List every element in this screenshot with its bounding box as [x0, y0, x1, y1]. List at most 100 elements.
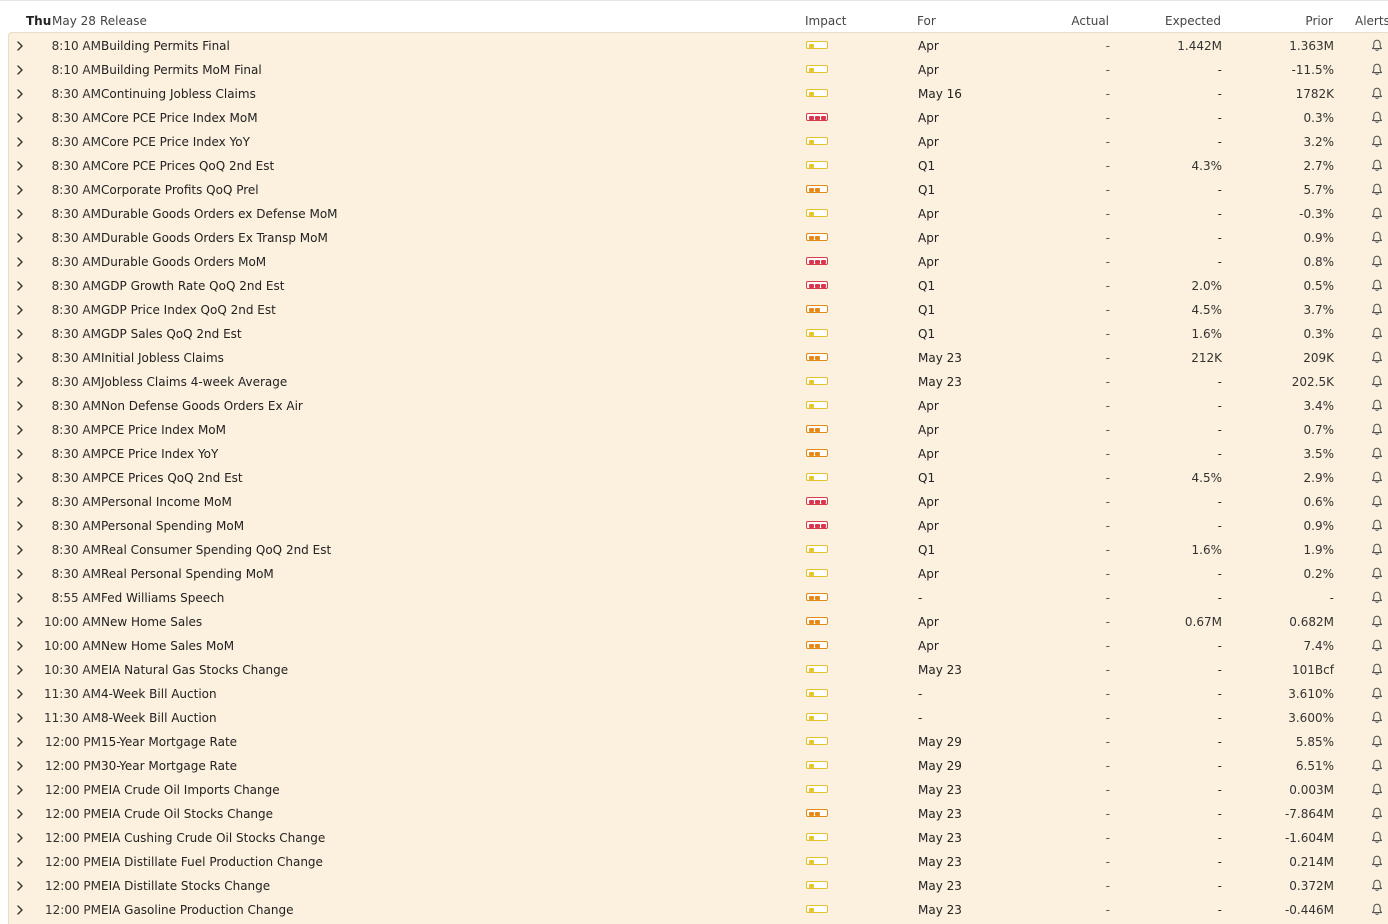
event-name[interactable]: 8-Week Bill Auction [101, 711, 217, 725]
event-name[interactable]: PCE Price Index YoY [101, 447, 218, 461]
bell-icon[interactable] [1371, 687, 1383, 700]
table-row[interactable]: 11:30 AM 8-Week Bill Auction - - - 3.600% [9, 706, 1388, 730]
bell-icon[interactable] [1371, 495, 1383, 508]
event-name[interactable]: Continuing Jobless Claims [101, 87, 256, 101]
chevron-right-icon[interactable] [15, 856, 25, 868]
chevron-right-icon[interactable] [15, 520, 25, 532]
event-name[interactable]: Fed Williams Speech [101, 591, 224, 605]
bell-icon[interactable] [1371, 471, 1383, 484]
chevron-right-icon[interactable] [15, 880, 25, 892]
table-row[interactable]: 8:30 AM Real Consumer Spending QoQ 2nd Es… [9, 538, 1388, 562]
chevron-right-icon[interactable] [15, 424, 25, 436]
bell-icon[interactable] [1371, 159, 1383, 172]
bell-icon[interactable] [1371, 87, 1383, 100]
bell-icon[interactable] [1371, 279, 1383, 292]
event-name[interactable]: EIA Cushing Crude Oil Stocks Change [101, 831, 325, 845]
table-row[interactable]: 8:30 AM PCE Price Index YoY Apr - - 3.5% [9, 442, 1388, 466]
bell-icon[interactable] [1371, 855, 1383, 868]
event-name[interactable]: EIA Crude Oil Imports Change [101, 783, 280, 797]
event-name[interactable]: Core PCE Prices QoQ 2nd Est [101, 159, 274, 173]
event-name[interactable]: Core PCE Price Index MoM [101, 111, 258, 125]
bell-icon[interactable] [1371, 591, 1383, 604]
event-name[interactable]: Durable Goods Orders ex Defense MoM [101, 207, 338, 221]
table-row[interactable]: 8:30 AM Durable Goods Orders ex Defense M… [9, 202, 1388, 226]
table-row[interactable]: 8:30 AM Non Defense Goods Orders Ex Air Ap… [9, 394, 1388, 418]
table-row[interactable]: 8:30 AM GDP Growth Rate QoQ 2nd Est Q1 - 2.0… [9, 274, 1388, 298]
table-row[interactable]: 8:30 AM Personal Income MoM Apr - - 0.6% [9, 490, 1388, 514]
event-name[interactable]: Real Personal Spending MoM [101, 567, 274, 581]
event-name[interactable]: Personal Income MoM [101, 495, 232, 509]
table-row[interactable]: 10:00 AM New Home Sales MoM Apr - - 7.4% [9, 634, 1388, 658]
table-row[interactable]: 8:10 AM Building Permits MoM Final Apr - - -1… [9, 58, 1388, 82]
header-impact[interactable]: Impact [805, 14, 847, 28]
bell-icon[interactable] [1371, 663, 1383, 676]
bell-icon[interactable] [1371, 639, 1383, 652]
bell-icon[interactable] [1371, 63, 1383, 76]
chevron-right-icon[interactable] [15, 376, 25, 388]
bell-icon[interactable] [1371, 903, 1383, 916]
event-name[interactable]: Corporate Profits QoQ Prel [101, 183, 259, 197]
chevron-right-icon[interactable] [15, 688, 25, 700]
table-row[interactable]: 8:30 AM Durable Goods Orders Ex Transp Mo… [9, 226, 1388, 250]
chevron-right-icon[interactable] [15, 280, 25, 292]
table-row[interactable]: 8:55 AM Fed Williams Speech - - - - [9, 586, 1388, 610]
event-name[interactable]: PCE Prices QoQ 2nd Est [101, 471, 243, 485]
bell-icon[interactable] [1371, 735, 1383, 748]
event-name[interactable]: Building Permits Final [101, 39, 230, 53]
chevron-right-icon[interactable] [15, 232, 25, 244]
bell-icon[interactable] [1371, 351, 1383, 364]
event-name[interactable]: Jobless Claims 4-week Average [101, 375, 287, 389]
table-row[interactable]: 12:00 PM EIA Gasoline Production Change Ma… [9, 898, 1388, 922]
bell-icon[interactable] [1371, 831, 1383, 844]
bell-icon[interactable] [1371, 879, 1383, 892]
event-name[interactable]: 4-Week Bill Auction [101, 687, 217, 701]
table-row[interactable]: 8:30 AM PCE Price Index MoM Apr - - 0.7% [9, 418, 1388, 442]
table-row[interactable]: 8:30 AM Jobless Claims 4-week Average May … [9, 370, 1388, 394]
bell-icon[interactable] [1371, 303, 1383, 316]
bell-icon[interactable] [1371, 759, 1383, 772]
event-name[interactable]: EIA Gasoline Production Change [101, 903, 293, 917]
table-row[interactable]: 12:00 PM EIA Crude Oil Imports Change May … [9, 778, 1388, 802]
table-row[interactable]: 8:30 AM GDP Price Index QoQ 2nd Est Q1 - 4.5… [9, 298, 1388, 322]
chevron-right-icon[interactable] [15, 88, 25, 100]
event-name[interactable]: EIA Natural Gas Stocks Change [101, 663, 288, 677]
chevron-right-icon[interactable] [15, 784, 25, 796]
table-row[interactable]: 12:00 PM 15-Year Mortgage Rate May 29 - - 5.8… [9, 730, 1388, 754]
bell-icon[interactable] [1371, 231, 1383, 244]
bell-icon[interactable] [1371, 447, 1383, 460]
table-row[interactable]: 8:30 AM Real Personal Spending MoM Apr - - 0.… [9, 562, 1388, 586]
table-row[interactable]: 8:30 AM Corporate Profits QoQ Prel Q1 - - 5.7… [9, 178, 1388, 202]
chevron-right-icon[interactable] [15, 496, 25, 508]
table-row[interactable]: 8:30 AM PCE Prices QoQ 2nd Est Q1 - 4.5% 2.9% [9, 466, 1388, 490]
chevron-right-icon[interactable] [15, 448, 25, 460]
event-name[interactable]: EIA Distillate Stocks Change [101, 879, 270, 893]
chevron-right-icon[interactable] [15, 400, 25, 412]
chevron-right-icon[interactable] [15, 736, 25, 748]
chevron-right-icon[interactable] [15, 40, 25, 52]
chevron-right-icon[interactable] [15, 64, 25, 76]
chevron-right-icon[interactable] [15, 184, 25, 196]
event-name[interactable]: Real Consumer Spending QoQ 2nd Est [101, 543, 331, 557]
table-row[interactable]: 8:30 AM Core PCE Prices QoQ 2nd Est Q1 - 4.3… [9, 154, 1388, 178]
bell-icon[interactable] [1371, 135, 1383, 148]
chevron-right-icon[interactable] [15, 616, 25, 628]
header-for[interactable]: For [917, 14, 936, 28]
event-name[interactable]: GDP Price Index QoQ 2nd Est [101, 303, 276, 317]
bell-icon[interactable] [1371, 711, 1383, 724]
event-name[interactable]: 30-Year Mortgage Rate [101, 759, 237, 773]
chevron-right-icon[interactable] [15, 472, 25, 484]
chevron-right-icon[interactable] [15, 712, 25, 724]
event-name[interactable]: Durable Goods Orders MoM [101, 255, 266, 269]
chevron-right-icon[interactable] [15, 328, 25, 340]
bell-icon[interactable] [1371, 519, 1383, 532]
header-prior[interactable]: Prior [1305, 14, 1333, 28]
bell-icon[interactable] [1371, 615, 1383, 628]
bell-icon[interactable] [1371, 375, 1383, 388]
table-row[interactable]: 12:00 PM EIA Cushing Crude Oil Stocks Cha… [9, 826, 1388, 850]
event-name[interactable]: Initial Jobless Claims [101, 351, 224, 365]
chevron-right-icon[interactable] [15, 208, 25, 220]
chevron-right-icon[interactable] [15, 352, 25, 364]
table-row[interactable]: 12:00 PM EIA Distillate Stocks Change May … [9, 874, 1388, 898]
table-row[interactable]: 8:30 AM Personal Spending MoM Apr - - 0.9% [9, 514, 1388, 538]
table-row[interactable]: 8:30 AM Durable Goods Orders MoM Apr - - 0.8% [9, 250, 1388, 274]
